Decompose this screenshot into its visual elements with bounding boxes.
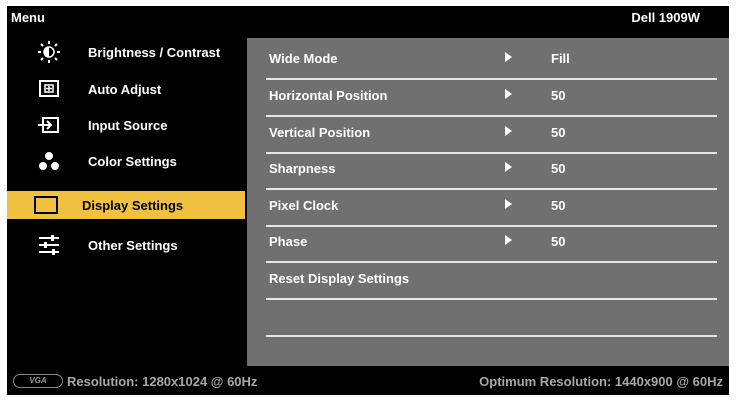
setting-row-pixel-clock[interactable]: Pixel Clock 50 [266, 191, 717, 227]
sidebar-item-display-settings[interactable]: Display Settings [7, 191, 245, 219]
sidebar-item-auto-adjust[interactable]: Auto Adjust [7, 75, 247, 103]
current-resolution: Resolution: 1280x1024 @ 60Hz [67, 374, 258, 389]
sidebar-item-label: Input Source [88, 118, 168, 133]
sidebar-item-brightness-contrast[interactable]: Brightness / Contrast [7, 38, 247, 66]
setting-row-sharpness[interactable]: Sharpness 50 [266, 154, 717, 190]
setting-label: Phase [269, 234, 308, 249]
setting-label: Wide Mode [269, 51, 338, 66]
sidebar-item-label: Other Settings [88, 238, 178, 253]
setting-value: 50 [551, 161, 566, 176]
sidebar-item-input-source[interactable]: Input Source [7, 111, 247, 139]
setting-label: Reset Display Settings [269, 271, 410, 286]
title-bar: Menu Dell 1909W [7, 6, 729, 28]
divider [266, 298, 717, 300]
setting-row-horizontal-position[interactable]: Horizontal Position 50 [266, 81, 717, 117]
setting-label: Vertical Position [269, 125, 371, 140]
sidebar-item-label: Brightness / Contrast [88, 45, 221, 60]
sidebar-item-label: Auto Adjust [88, 82, 162, 97]
other-settings-icon [37, 234, 61, 256]
arrow-right-icon [505, 235, 512, 245]
brightness-icon [37, 41, 61, 63]
setting-row-empty [266, 301, 717, 337]
divider [266, 78, 717, 80]
setting-value: 50 [551, 88, 566, 103]
auto-adjust-icon [37, 78, 61, 100]
divider [266, 115, 717, 117]
menu-title: Menu [11, 10, 45, 25]
setting-value: 50 [551, 125, 566, 140]
monitor-model: Dell 1909W [631, 10, 700, 25]
divider [266, 335, 717, 337]
input-source-icon [37, 114, 61, 136]
vga-connector-icon: VGA [13, 374, 63, 388]
sidebar-item-color-settings[interactable]: Color Settings [7, 147, 247, 175]
setting-label: Horizontal Position [269, 88, 388, 103]
setting-value: 50 [551, 198, 566, 213]
setting-row-vertical-position[interactable]: Vertical Position 50 [266, 118, 717, 154]
arrow-right-icon [505, 199, 512, 209]
arrow-right-icon [505, 52, 512, 62]
color-settings-icon [37, 150, 61, 172]
setting-label: Sharpness [269, 161, 336, 176]
setting-value: 50 [551, 234, 566, 249]
arrow-right-icon [505, 126, 512, 136]
setting-row-reset-display-settings[interactable]: Reset Display Settings [266, 264, 717, 300]
sidebar-item-label: Display Settings [82, 198, 184, 213]
optimum-resolution: Optimum Resolution: 1440x900 @ 60Hz [479, 374, 723, 389]
arrow-right-icon [505, 89, 512, 99]
osd-menu: Menu Dell 1909W Brightness / Contrast Au… [7, 6, 729, 395]
sidebar-item-label: Color Settings [88, 154, 177, 169]
divider [266, 261, 717, 263]
settings-panel: Wide Mode Fill Horizontal Position 50 Ve… [247, 38, 729, 366]
setting-row-wide-mode[interactable]: Wide Mode Fill [266, 44, 717, 80]
status-bar: VGA Resolution: 1280x1024 @ 60Hz Optimum… [7, 366, 729, 395]
sidebar-item-other-settings[interactable]: Other Settings [7, 231, 247, 259]
arrow-right-icon [505, 162, 512, 172]
setting-row-phase[interactable]: Phase 50 [266, 227, 717, 263]
divider [266, 188, 717, 190]
display-settings-icon [33, 194, 58, 216]
setting-value: Fill [551, 51, 570, 66]
setting-label: Pixel Clock [269, 198, 339, 213]
